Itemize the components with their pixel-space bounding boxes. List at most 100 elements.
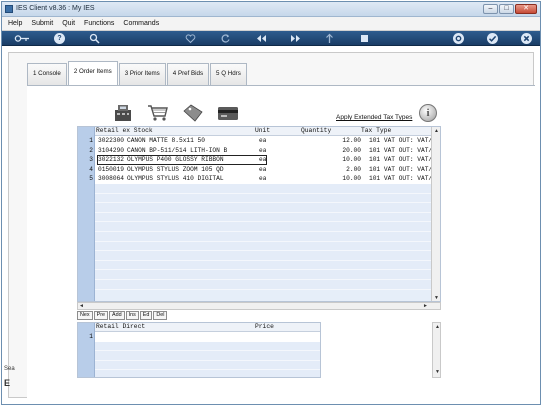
cell-tax[interactable]: 101 VAT OUT: VAT/PU <box>369 165 433 175</box>
menu-help[interactable]: Help <box>8 20 22 27</box>
menu-quit[interactable]: Quit <box>62 20 75 27</box>
close-window-button[interactable]: ✕ <box>515 4 537 14</box>
table-row[interactable]: 5 3008064 OLYMPUS STYLUS 410 DIGITAL ea 10.0… <box>89 174 433 184</box>
table-row[interactable]: 1 <box>89 332 320 342</box>
row-number: 2 <box>89 146 93 154</box>
empty-row[interactable] <box>95 341 320 352</box>
minimize-button[interactable]: – <box>483 4 498 14</box>
table-row[interactable]: 1 3022300 CANON MATTE 8.5x11 50 ea 12.00 101 … <box>89 136 433 146</box>
cell-code[interactable]: 3022300 <box>98 136 124 146</box>
add-button[interactable]: Add <box>108 311 125 320</box>
cell-unit[interactable]: ea <box>259 146 266 156</box>
help-icon[interactable]: ? <box>54 33 65 44</box>
cell-tax[interactable]: 101 VAT OUT: VAT/PU <box>369 155 433 165</box>
cell-unit[interactable]: ea <box>259 165 266 175</box>
insert-button[interactable]: Ins <box>125 311 139 320</box>
empty-row[interactable] <box>95 251 433 261</box>
cell-desc[interactable]: OLYMPUS P400 GLOSSY RIBBON <box>127 155 255 165</box>
cell-qty[interactable]: 2.00 <box>325 165 361 175</box>
scroll-down-arrow[interactable]: ▼ <box>434 369 441 376</box>
table-row[interactable]: 3 3022132 OLYMPUS P400 GLOSSY RIBBON ea 10.0… <box>89 155 433 165</box>
edit-button[interactable]: Ed <box>139 311 153 320</box>
vertical-scrollbar[interactable]: ▲ ▼ <box>432 322 441 378</box>
empty-row[interactable] <box>95 193 433 204</box>
empty-row[interactable] <box>95 370 320 377</box>
grid-rows: 1 3022300 CANON MATTE 8.5x11 50 ea 12.00 101 … <box>89 136 433 294</box>
tab-order-items[interactable]: 2 Order Items <box>67 61 118 85</box>
search-icon[interactable] <box>89 33 100 44</box>
cash-register-icon[interactable] <box>112 104 134 122</box>
menu-commands[interactable]: Commands <box>123 20 159 27</box>
tab-prior-items[interactable]: 3 Prior Items <box>118 63 166 85</box>
cell-unit[interactable]: ea <box>259 136 266 146</box>
rewind-icon[interactable] <box>256 33 267 44</box>
empty-row[interactable] <box>95 212 433 223</box>
empty-row[interactable] <box>95 260 433 271</box>
confirm-icon[interactable] <box>487 33 498 44</box>
cell-desc[interactable]: OLYMPUS STYLUS ZOOM 105 QD <box>127 165 255 175</box>
table-row[interactable]: 4 0150019 OLYMPUS STYLUS ZOOM 105 QD ea 2.00… <box>89 164 433 175</box>
cell-tax[interactable]: 101 VAT OUT: VAT/PU <box>369 146 433 156</box>
fast-forward-icon[interactable] <box>290 33 301 44</box>
scroll-right-arrow[interactable]: ► <box>422 303 429 310</box>
cell-code[interactable]: 3008064 <box>98 174 124 184</box>
refresh-icon[interactable] <box>220 33 231 44</box>
horizontal-scrollbar[interactable]: ◄ ► <box>77 302 441 310</box>
apply-extended-tax-link[interactable]: Apply Extended Tax Types <box>336 114 412 121</box>
cell-qty[interactable]: 12.00 <box>325 136 361 146</box>
cell-desc[interactable]: CANON MATTE 8.5x11 50 <box>127 136 255 146</box>
tab-pref-bids[interactable]: 4 Pref Bids <box>166 63 210 85</box>
heart-icon[interactable] <box>185 33 196 44</box>
empty-row[interactable] <box>95 232 433 242</box>
empty-row[interactable] <box>95 184 433 194</box>
maximize-button[interactable]: □ <box>499 4 514 14</box>
scroll-up-arrow[interactable]: ▲ <box>434 324 441 331</box>
empty-row[interactable] <box>95 280 433 290</box>
next-button[interactable]: Nex <box>77 311 93 320</box>
info-icon[interactable]: i <box>419 104 437 122</box>
cell-unit[interactable]: ea <box>259 174 266 184</box>
cell-qty[interactable]: 10.00 <box>325 155 361 165</box>
cell-qty[interactable]: 10.00 <box>325 174 361 184</box>
empty-row[interactable] <box>95 241 433 252</box>
header-price: Price <box>255 323 274 330</box>
cell-code[interactable]: 3022132 <box>98 155 124 165</box>
close-icon[interactable] <box>521 33 532 44</box>
cell-code[interactable]: 3104290 <box>98 146 124 156</box>
key-icon[interactable] <box>14 33 30 44</box>
card-icon[interactable] <box>217 104 239 122</box>
cell-tax[interactable]: 101 VAT OUT: VAT/PU <box>369 174 433 184</box>
scroll-left-arrow[interactable]: ◄ <box>78 303 85 310</box>
window-title: IES Client v8.36 : My IES <box>16 5 95 12</box>
cell-tax[interactable]: 101 VAT OUT: VAT/PU <box>369 136 433 146</box>
price-tag-icon[interactable] <box>182 104 204 122</box>
cell-desc[interactable]: OLYMPUS STYLUS 410 DIGITAL <box>127 174 255 184</box>
scroll-down-arrow[interactable]: ▼ <box>433 295 440 301</box>
prev-button[interactable]: Pre <box>93 311 108 320</box>
stop-icon[interactable] <box>359 33 370 44</box>
scroll-up-arrow[interactable]: ▲ <box>433 128 440 135</box>
menu-submit[interactable]: Submit <box>31 20 53 27</box>
delete-button[interactable]: Del <box>153 311 168 320</box>
row-number: 3 <box>89 156 93 164</box>
empty-row[interactable] <box>95 203 433 213</box>
cell-desc[interactable]: CANON BP-511/514 LITH-ION B <box>127 146 255 156</box>
cart-icon[interactable] <box>147 104 169 122</box>
empty-row[interactable] <box>95 351 320 361</box>
vertical-scrollbar[interactable]: ▲ ▼ <box>431 127 440 301</box>
tab-q-hdrs[interactable]: 5 Q Hdrs <box>210 63 247 85</box>
empty-row[interactable] <box>95 222 433 232</box>
settings-icon[interactable] <box>453 33 464 44</box>
cell-unit[interactable]: ea <box>259 155 266 165</box>
grid-header: Retail Direct Price <box>95 323 320 332</box>
menu-bar: Help Submit Quit Functions Commands <box>2 17 540 31</box>
table-row[interactable]: 2 3104290 CANON BP-511/514 LITH-ION B ea 20.… <box>89 145 433 156</box>
empty-row[interactable] <box>95 360 320 371</box>
cell-code[interactable]: 0150019 <box>98 165 124 175</box>
left-edge-label: E <box>4 378 11 388</box>
cell-qty[interactable]: 20.00 <box>325 146 361 156</box>
upload-icon[interactable] <box>324 33 335 44</box>
empty-row[interactable] <box>95 270 433 280</box>
tab-console[interactable]: 1 Console <box>27 63 67 85</box>
menu-functions[interactable]: Functions <box>84 20 114 27</box>
